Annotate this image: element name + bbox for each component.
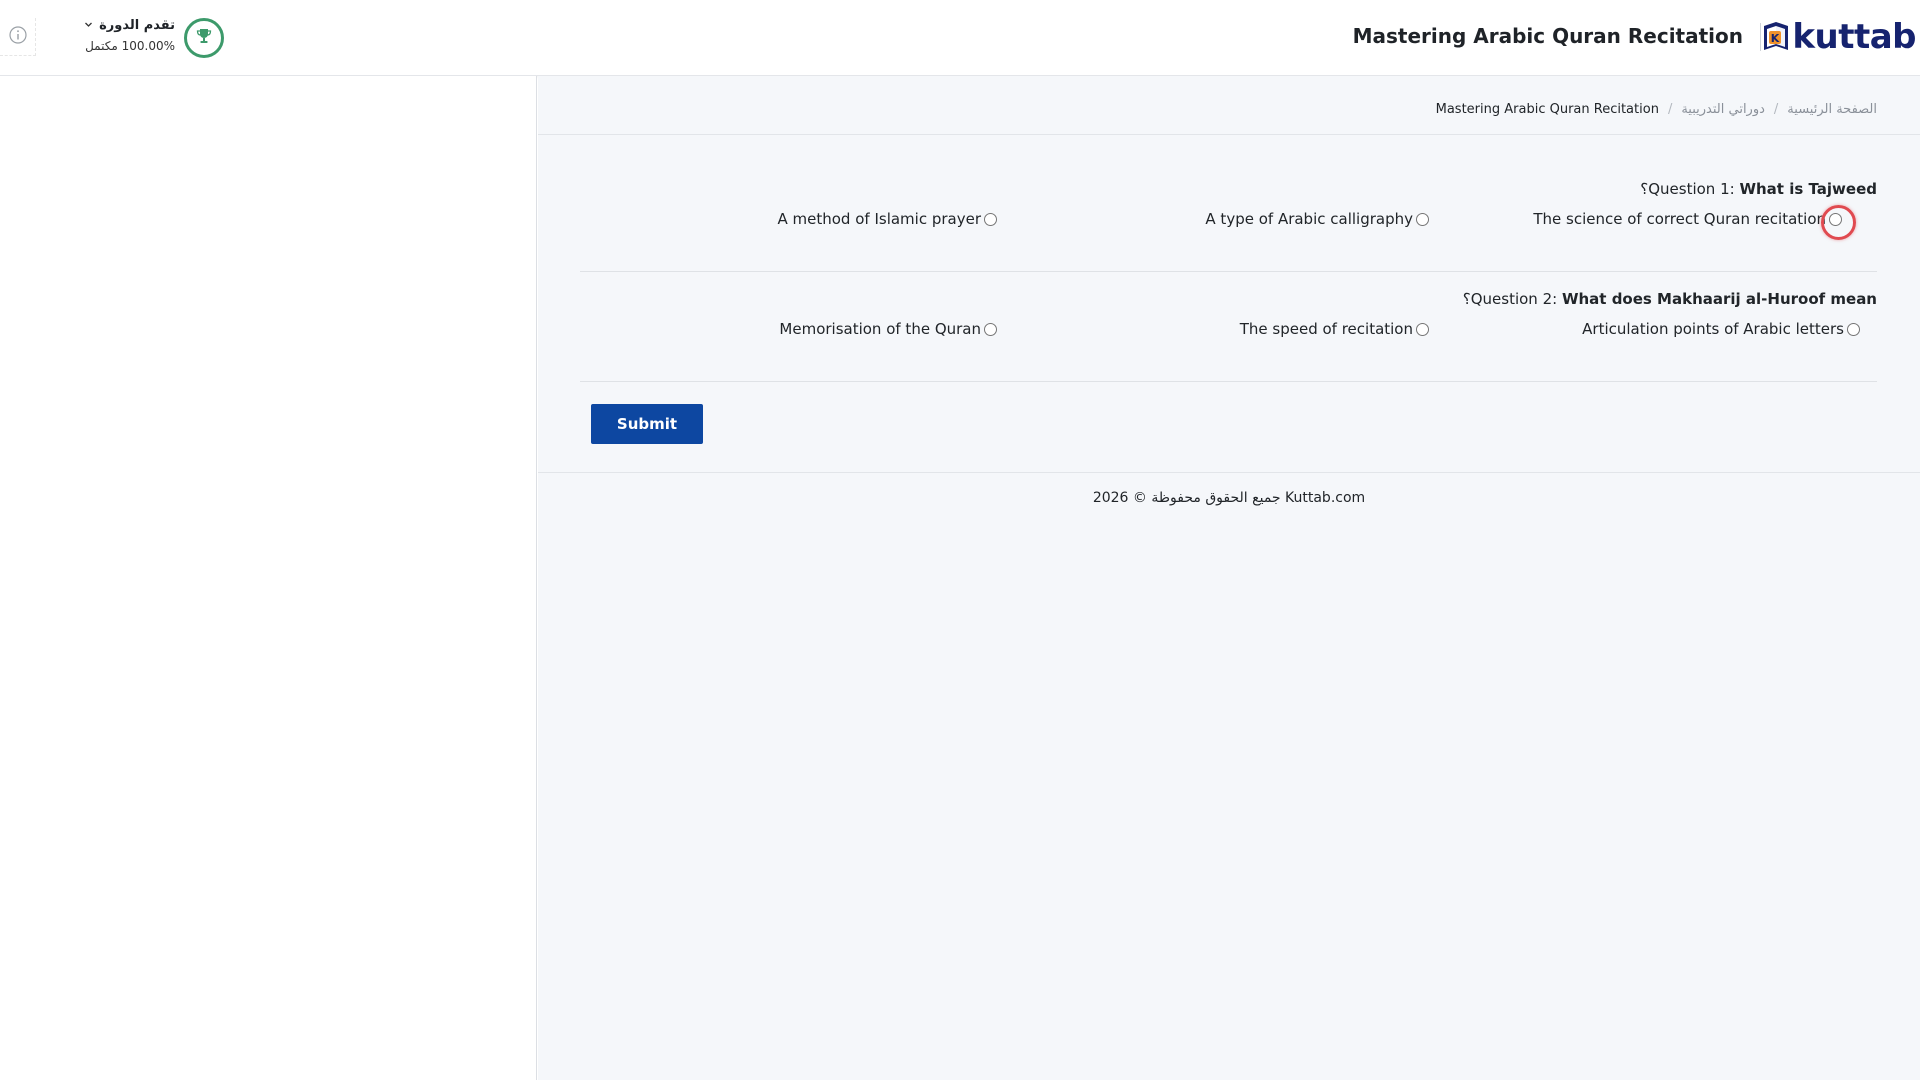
breadcrumb-home[interactable]: الصفحة الرئيسية [1787,102,1877,117]
radio-button[interactable] [984,212,997,226]
quiz-question-2: ؟Question 2: What does Makhaarij al-Huro… [580,290,1877,382]
question-2-title: ؟Question 2: What does Makhaarij al-Huro… [1463,290,1877,308]
info-button[interactable] [0,18,36,56]
book-logo-icon: K [1761,20,1791,54]
question-2-prefix: Question 2: [1470,290,1562,308]
logo-text: kuttab [1792,17,1916,57]
breadcrumb-current: Mastering Arabic Quran Recitation [1435,102,1659,117]
info-icon [8,25,28,49]
course-progress-dropdown[interactable]: تقدم الدورة 100.00% مكتمل [83,18,175,53]
option-label: A method of Islamic prayer [777,210,982,228]
footer-copyright: جميع الحقوق محفوظة © 2026 Kuttab.com [1092,490,1366,506]
radio-button[interactable] [1416,212,1429,226]
breadcrumb-bar: الصفحة الرئيسية / دوراتي التدريبية / Mas… [538,76,1920,135]
breadcrumb-my-courses[interactable]: دوراتي التدريبية [1681,102,1765,117]
progress-percentage: 100.00% مكتمل [85,39,175,53]
kuttab-logo[interactable]: K kuttab [1761,18,1916,56]
question-1-option-2[interactable]: A type of Arabic calligraphy [1205,210,1429,228]
course-title: Mastering Arabic Quran Recitation [1352,24,1743,48]
option-label: The speed of recitation [1239,320,1413,338]
progress-title: تقدم الدورة [99,18,175,33]
trophy-progress-badge [184,18,224,58]
breadcrumb-separator: / [1667,102,1673,117]
option-label: Articulation points of Arabic letters [1582,320,1844,338]
question-2-option-1[interactable]: Articulation points of Arabic letters [1582,320,1860,338]
header-divider [1760,23,1761,51]
chevron-down-icon [84,18,93,33]
option-label: Memorisation of the Quran [779,320,981,338]
option-label: A type of Arabic calligraphy [1205,210,1413,228]
radio-button[interactable] [1416,322,1429,336]
trophy-icon [195,27,213,49]
breadcrumb-separator: / [1773,102,1779,117]
question-1-prefix: Question 1: [1648,180,1740,198]
quiz-question-1: ؟Question 1: What is Tajweed The science… [580,180,1877,272]
footer-divider [538,472,1920,473]
top-header: K kuttab Mastering Arabic Quran Recitati… [0,0,1920,76]
radio-button[interactable] [984,322,997,336]
svg-text:K: K [1771,32,1780,45]
option-label: The science of correct Quran recitation [1533,210,1826,228]
radio-button[interactable] [1847,322,1860,336]
question-2-option-3[interactable]: Memorisation of the Quran [779,320,997,338]
radio-button-focused[interactable] [1821,204,1856,240]
submit-button[interactable]: Submit [591,404,703,444]
question-mark: ؟ [1462,290,1471,308]
breadcrumb: الصفحة الرئيسية / دوراتي التدريبية / Mas… [1436,102,1877,117]
course-sidebar [0,76,537,1080]
question-2-text: What does Makhaarij al-Huroof mean [1561,290,1877,308]
question-1-option-1[interactable]: The science of correct Quran recitation [1533,204,1856,240]
main-content: الصفحة الرئيسية / دوراتي التدريبية / Mas… [538,76,1920,1080]
question-1-text: What is Tajweed [1739,180,1877,198]
question-1-option-3[interactable]: A method of Islamic prayer [777,210,997,228]
question-1-title: ؟Question 1: What is Tajweed [1640,180,1877,198]
question-2-option-2[interactable]: The speed of recitation [1240,320,1429,338]
